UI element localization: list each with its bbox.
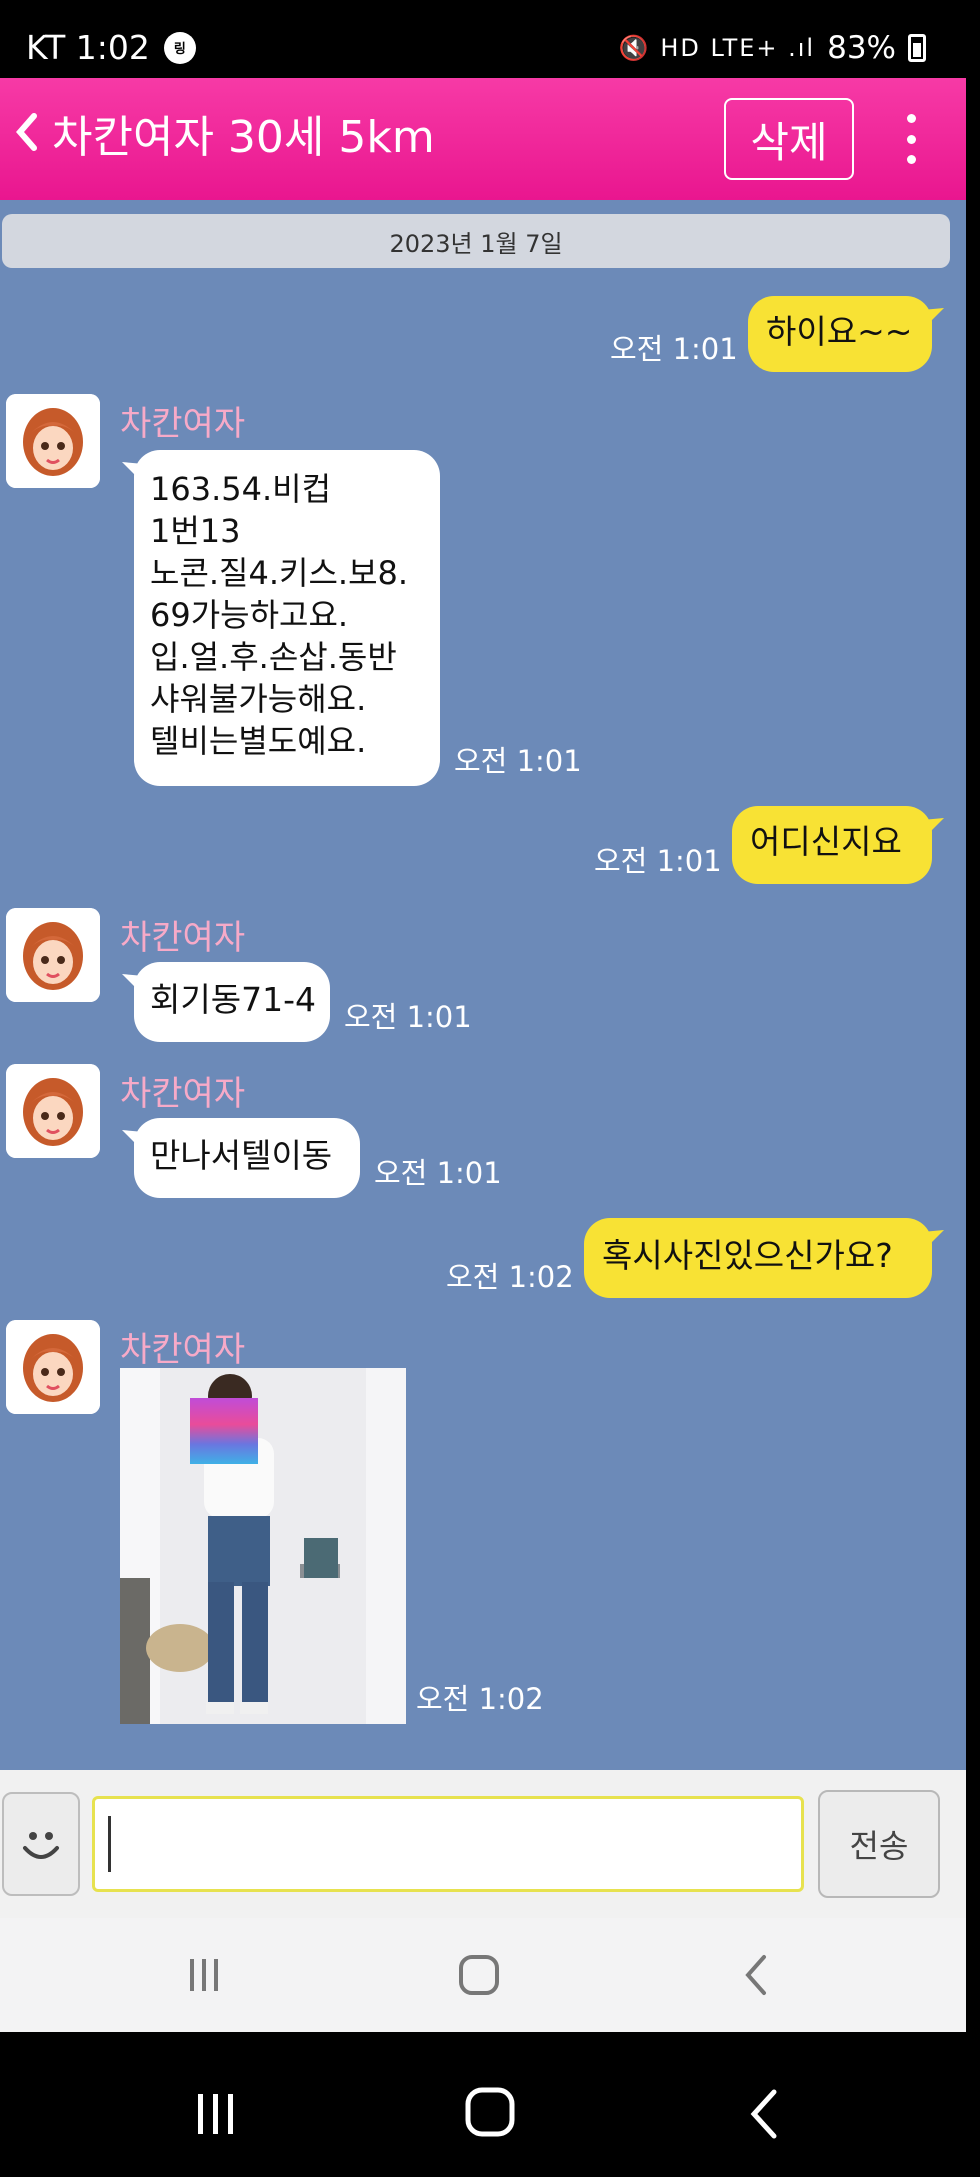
their-message-bubble[interactable]: 만나서텔이동 xyxy=(134,1118,360,1198)
message-time: 오전 1:01 xyxy=(610,332,738,366)
system-recent-apps-button[interactable] xyxy=(188,2086,244,2142)
kebab-menu-icon[interactable] xyxy=(896,114,926,164)
message-time: 오전 1:01 xyxy=(374,1156,502,1190)
avatar[interactable] xyxy=(6,908,100,1002)
their-message-bubble[interactable]: 회기동71-4 xyxy=(134,962,330,1042)
sender-name: 차칸여자 xyxy=(120,918,246,958)
status-bar: KT 1:02 링 🔇 HD LTE+ .ıl 83% xyxy=(0,20,966,78)
avatar[interactable] xyxy=(6,394,100,488)
system-home-button[interactable] xyxy=(462,2082,518,2142)
sender-name: 차칸여자 xyxy=(120,404,246,444)
chat-header: 차칸여자 30세 5km 삭제 xyxy=(0,78,966,200)
chat-title: 차칸여자 30세 5km xyxy=(52,112,435,163)
battery-icon xyxy=(908,34,926,62)
sender-name: 차칸여자 xyxy=(120,1330,246,1370)
their-message-bubble[interactable]: 163.54.비컵 1번13 노콘.질4.키스.보8. 69가능하고요. 입.얼… xyxy=(134,450,440,786)
my-message-bubble[interactable]: 어디신지요 xyxy=(732,806,932,884)
back-nav-button[interactable] xyxy=(736,1948,776,2002)
system-navigation-bar xyxy=(0,2032,980,2177)
recent-apps-icon xyxy=(198,2094,233,2134)
date-divider: 2023년 1월 7일 xyxy=(2,214,950,268)
photo-message[interactable] xyxy=(120,1368,406,1724)
recent-apps-icon xyxy=(190,1959,218,1991)
my-message-bubble[interactable]: 하이요~~ xyxy=(748,296,932,372)
message-input[interactable] xyxy=(92,1796,804,1892)
send-button[interactable]: 전송 xyxy=(818,1790,940,1898)
signal-icons: 🔇 HD LTE+ .ıl xyxy=(618,34,816,62)
back-button[interactable] xyxy=(14,112,38,159)
chevron-left-icon xyxy=(16,113,37,151)
recent-apps-button[interactable] xyxy=(176,1950,232,2000)
navigation-bar xyxy=(0,1918,966,2032)
home-button[interactable] xyxy=(454,1948,504,2002)
message-input-bar: 전송 xyxy=(0,1770,966,1918)
text-caret xyxy=(108,1816,111,1872)
smiley-icon xyxy=(23,1832,59,1859)
notification-badge-icon: 링 xyxy=(163,31,196,64)
emoji-button[interactable] xyxy=(2,1792,80,1896)
carrier-time: KT 1:02 xyxy=(26,28,150,67)
back-arrow-icon xyxy=(745,1955,766,1995)
avatar[interactable] xyxy=(6,1064,100,1158)
my-message-bubble[interactable]: 혹시사진있으신가요? xyxy=(584,1218,932,1298)
home-icon xyxy=(465,2087,515,2137)
message-time: 오전 1:01 xyxy=(454,744,582,778)
message-time: 오전 1:02 xyxy=(416,1682,544,1716)
chat-area[interactable]: 2023년 1월 7일 오전 1:01 하이요~~ 차칸여자 163.54.비컵… xyxy=(0,200,966,1770)
message-time: 오전 1:01 xyxy=(344,1000,472,1034)
battery-percent: 83% xyxy=(827,30,896,66)
avatar-icon xyxy=(6,394,100,488)
system-back-button[interactable] xyxy=(744,2084,784,2144)
back-arrow-icon xyxy=(750,2089,777,2139)
message-time: 오전 1:01 xyxy=(594,844,722,878)
home-icon xyxy=(459,1955,499,1995)
sender-name: 차칸여자 xyxy=(120,1074,246,1114)
delete-button[interactable]: 삭제 xyxy=(724,98,854,180)
photo-image xyxy=(120,1368,406,1724)
avatar[interactable] xyxy=(6,1320,100,1414)
message-time: 오전 1:02 xyxy=(446,1260,574,1294)
